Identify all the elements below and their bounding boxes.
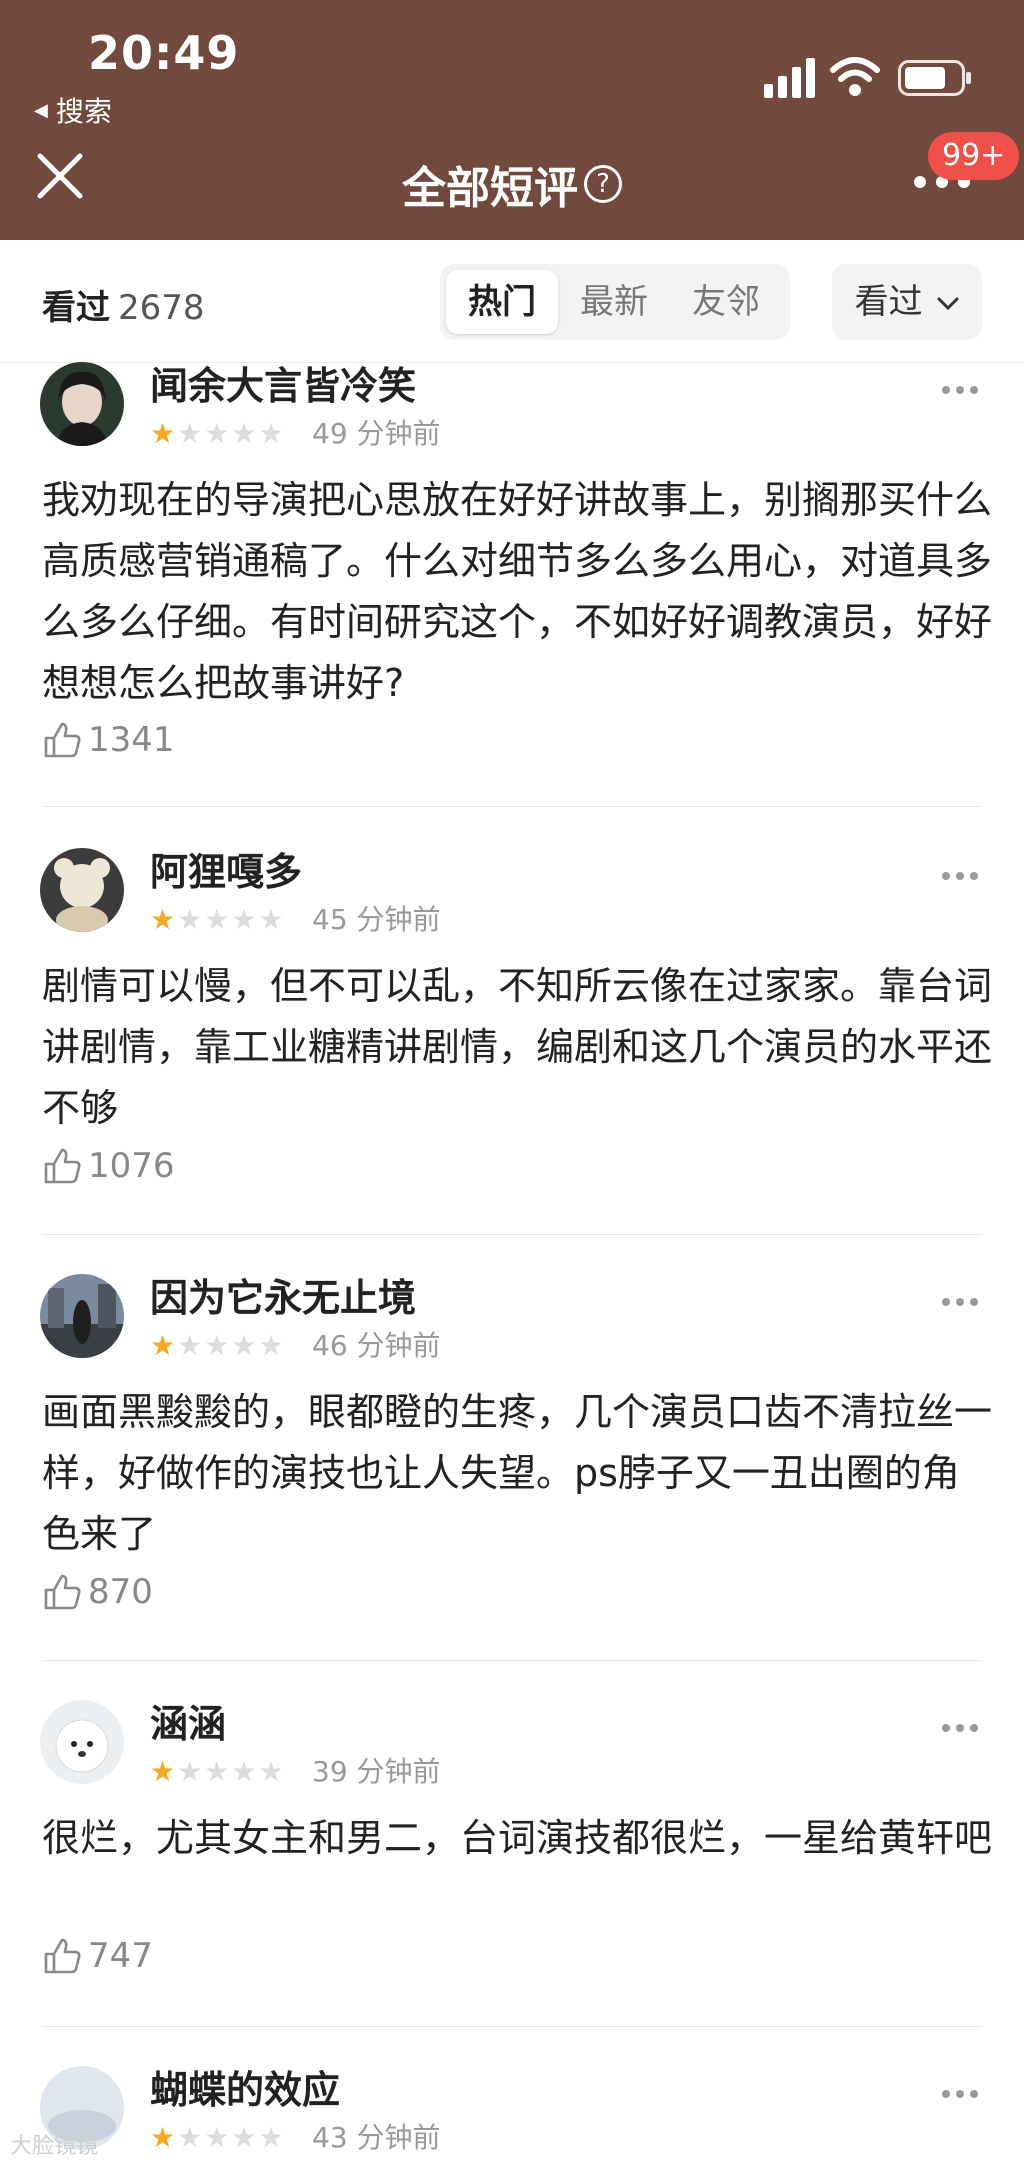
star-icon: ★ xyxy=(177,1329,203,1362)
comment-time: 45 分钟前 xyxy=(312,903,441,936)
top-nav-bar: 20:49 ◀ 搜索 全部短评 ? 99+ xyxy=(0,0,1024,240)
star-rating: ★ ★ ★ ★ ★ xyxy=(150,2122,284,2154)
comment-more-icon[interactable] xyxy=(940,2088,980,2100)
star-rating: ★ ★ ★ ★ ★ xyxy=(150,1756,284,1788)
star-rating: ★ ★ ★ ★ ★ xyxy=(150,1330,284,1362)
comment-item: 闻余大言皆冷笑 ★ ★ ★ ★ ★ 49 分钟前 我劝现在的导演把心思放在好好讲故事上，… xyxy=(0,362,1024,812)
star-icon: ★ xyxy=(231,1329,257,1362)
seen-count: 看过 2678 xyxy=(42,280,205,329)
avatar[interactable] xyxy=(40,1274,124,1358)
username[interactable]: 阿狸嘎多 xyxy=(150,848,302,896)
star-icon: ★ xyxy=(177,417,203,450)
star-icon: ★ xyxy=(258,1755,284,1788)
username[interactable]: 涵涵 xyxy=(150,1700,226,1748)
tab-friends[interactable]: 友邻 xyxy=(670,270,782,334)
like-count: 1341 xyxy=(88,720,175,760)
back-to-app-link[interactable]: ◀ 搜索 xyxy=(34,90,112,130)
username[interactable]: 闻余大言皆冷笑 xyxy=(150,362,416,410)
comment-time: 43 分钟前 xyxy=(312,2121,441,2154)
star-icon: ★ xyxy=(231,1755,257,1788)
star-icon: ★ xyxy=(150,1329,176,1362)
star-icon: ★ xyxy=(204,1755,230,1788)
comment-time: 39 分钟前 xyxy=(312,1755,441,1788)
star-icon: ★ xyxy=(204,903,230,936)
seen-dropdown-label: 看过 xyxy=(854,282,923,322)
thumbs-up-icon xyxy=(44,1938,81,1974)
like-button[interactable]: 1341 xyxy=(42,720,175,760)
sort-segmented-control: 热门 最新 友邻 xyxy=(440,264,790,340)
cellular-signal-icon xyxy=(764,58,815,98)
star-rating: ★ ★ ★ ★ ★ xyxy=(150,904,284,936)
page-title: 全部短评 ? xyxy=(0,152,1024,216)
username[interactable]: 蝴蝶的效应 xyxy=(150,2066,340,2114)
star-icon: ★ xyxy=(258,903,284,936)
star-icon: ★ xyxy=(150,903,176,936)
divider xyxy=(42,1660,982,1661)
comment-text: 画面黑黢黢的，眼都瞪的生疼，几个演员口齿不清拉丝一样，好做作的演技也让人失望。p… xyxy=(42,1390,993,1556)
comment-item: 阿狸嘎多 ★ ★ ★ ★ ★ 45 分钟前 剧情可以慢，但不可以乱，不知所云像在过家家。… xyxy=(0,848,1024,1248)
star-icon: ★ xyxy=(231,2121,257,2154)
divider xyxy=(42,1234,982,1235)
star-icon: ★ xyxy=(177,1755,203,1788)
username[interactable]: 因为它永无止境 xyxy=(150,1274,416,1322)
star-icon: ★ xyxy=(150,2121,176,2154)
like-count: 747 xyxy=(88,1936,153,1976)
thumbs-up-icon xyxy=(44,1148,81,1184)
watermark: 大脸镜镜 xyxy=(10,2134,99,2159)
like-button[interactable]: 1076 xyxy=(42,1146,175,1186)
star-icon: ★ xyxy=(204,1329,230,1362)
star-icon: ★ xyxy=(150,1755,176,1788)
thumbs-up-icon xyxy=(44,1574,81,1610)
like-button[interactable]: 870 xyxy=(42,1572,153,1612)
divider xyxy=(42,806,982,807)
seen-filter-dropdown[interactable]: 看过 xyxy=(832,264,982,340)
comment-more-icon[interactable] xyxy=(940,1296,980,1308)
back-triangle-icon: ◀ xyxy=(34,99,48,121)
avatar[interactable] xyxy=(40,1700,124,1784)
comment-more-icon[interactable] xyxy=(940,1722,980,1734)
star-icon: ★ xyxy=(231,417,257,450)
star-icon: ★ xyxy=(258,417,284,450)
page-title-text: 全部短评 xyxy=(402,163,578,214)
comment-time: 46 分钟前 xyxy=(312,1329,441,1362)
like-button[interactable]: 747 xyxy=(42,1936,153,1976)
star-icon: ★ xyxy=(258,2121,284,2154)
star-icon: ★ xyxy=(231,903,257,936)
comment-item: 涵涵 ★ ★ ★ ★ ★ 39 分钟前 很烂，尤其女主和男二，台词演技都很烂，一星给黄轩… xyxy=(0,1700,1024,2040)
star-rating: ★ ★ ★ ★ ★ xyxy=(150,418,284,450)
notification-badge: 99+ xyxy=(928,132,1020,180)
like-count: 870 xyxy=(88,1572,153,1612)
comment-text: 我劝现在的导演把心思放在好好讲故事上，别搁那买什么高质感营销通稿了。什么对细节多… xyxy=(42,478,993,705)
star-icon: ★ xyxy=(204,2121,230,2154)
star-icon: ★ xyxy=(177,903,203,936)
back-app-label: 搜索 xyxy=(55,95,112,128)
help-icon[interactable]: ? xyxy=(584,165,622,203)
avatar[interactable] xyxy=(40,362,124,446)
comment-more-icon[interactable] xyxy=(940,384,980,396)
star-icon: ★ xyxy=(258,1329,284,1362)
filter-bar: 看过 2678 热门 最新 友邻 看过 xyxy=(0,240,1024,363)
battery-icon xyxy=(898,60,971,96)
tab-hot[interactable]: 热门 xyxy=(446,270,558,334)
star-icon: ★ xyxy=(177,2121,203,2154)
status-time: 20:49 xyxy=(88,26,240,80)
comment-more-icon[interactable] xyxy=(940,870,980,882)
seen-count-label: 看过 xyxy=(42,288,110,328)
chevron-down-icon xyxy=(937,297,959,310)
star-icon: ★ xyxy=(150,417,176,450)
comment-item: 因为它永无止境 ★ ★ ★ ★ ★ 46 分钟前 画面黑黢黢的，眼都瞪的生疼，几个演员口… xyxy=(0,1274,1024,1674)
comment-item: 蝴蝶的效应 ★ ★ ★ ★ ★ 43 分钟前 xyxy=(0,2066,1024,2166)
star-icon: ★ xyxy=(204,417,230,450)
comment-text: 很烂，尤其女主和男二，台词演技都很烂，一星给黄轩吧 xyxy=(42,1816,993,1860)
thumbs-up-icon xyxy=(44,722,81,758)
divider xyxy=(42,2026,982,2027)
avatar[interactable] xyxy=(40,848,124,932)
wifi-icon xyxy=(830,57,880,96)
tab-latest[interactable]: 最新 xyxy=(558,270,670,334)
like-count: 1076 xyxy=(88,1146,175,1186)
comment-text: 剧情可以慢，但不可以乱，不知所云像在过家家。靠台词讲剧情，靠工业糖精讲剧情，编剧… xyxy=(42,964,993,1130)
comment-time: 49 分钟前 xyxy=(312,417,441,450)
seen-count-number: 2678 xyxy=(118,288,205,328)
